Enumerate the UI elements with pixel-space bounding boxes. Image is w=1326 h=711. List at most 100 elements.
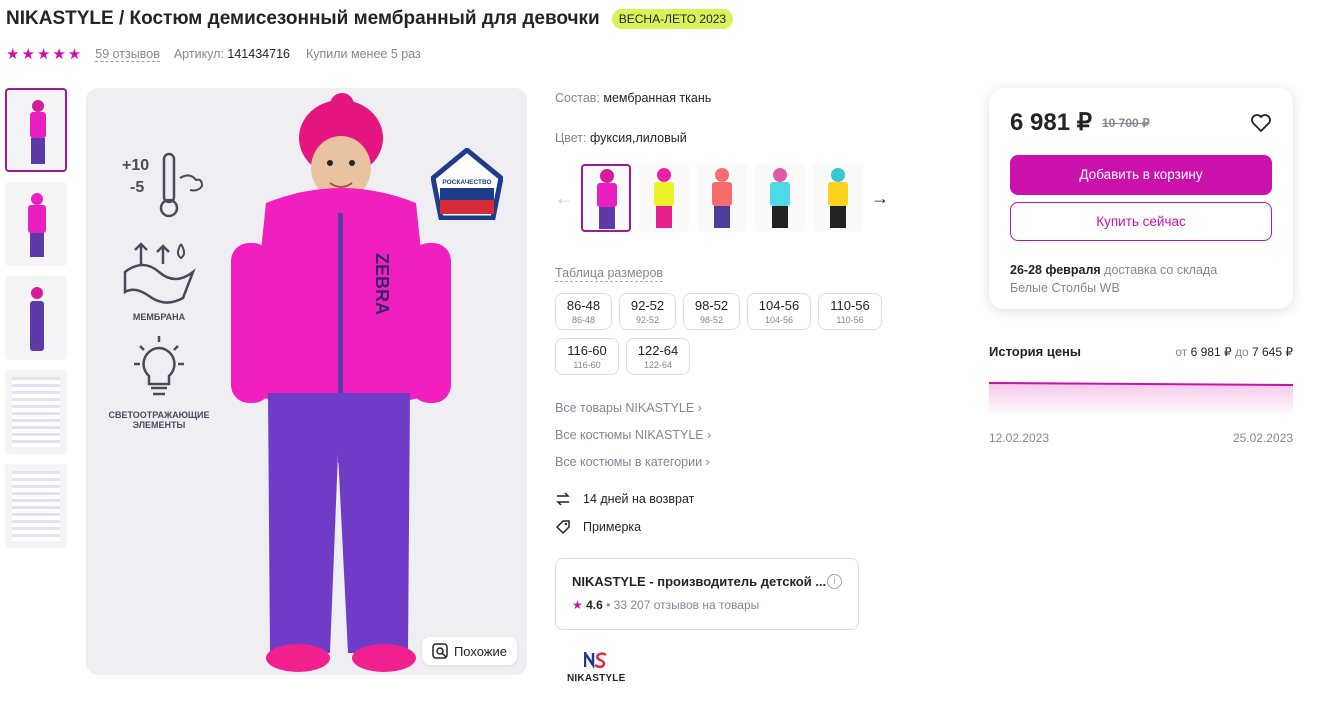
product-title: NIKASTYLE / Костюм демисезонный мембранн…	[6, 8, 600, 29]
variant-jacket	[770, 182, 790, 206]
history-date-end: 25.02.2023	[1232, 431, 1293, 445]
buy-now-button[interactable]: Купить сейчас	[1010, 202, 1272, 241]
promo-preview	[12, 471, 60, 541]
kid-back-icon	[28, 193, 46, 257]
feature-membrane-label: МЕМБРАНА	[132, 312, 186, 322]
variant-image	[712, 168, 732, 228]
variant-jacket	[654, 182, 674, 206]
warehouse: Белые Столбы WB	[1010, 281, 1120, 295]
fitting-service: Примерка	[555, 519, 694, 535]
size-option[interactable]: 92-52 92-52	[619, 293, 676, 330]
thumbnail-1[interactable]	[5, 88, 67, 172]
add-to-cart-button[interactable]: Добавить в корзину	[1010, 155, 1272, 195]
thumbnail-4[interactable]	[5, 370, 67, 454]
delivery-dates: 26-28 февраля	[1010, 263, 1101, 277]
size-main: 122-64	[637, 343, 679, 358]
price-history-chart[interactable]	[988, 381, 1294, 417]
carousel-next-button[interactable]: →	[871, 188, 889, 209]
size-sub: 122-64	[643, 360, 673, 370]
size-option[interactable]: 122-64 122-64	[626, 338, 690, 375]
all-brand-products-link[interactable]: Все товары NIKASTYLE ›	[555, 401, 711, 415]
size-main: 104-56	[758, 298, 800, 313]
size-list: 86-48 86-48 92-52 92-52 98-52 98-52 104-56 1…	[555, 293, 885, 375]
variant-pants	[656, 206, 672, 228]
heart-icon[interactable]	[1250, 113, 1272, 133]
variant-hat	[715, 168, 729, 182]
reviews-link[interactable]: 59 отзывов	[95, 47, 160, 62]
size-main: 98-52	[694, 298, 729, 313]
variant-image	[828, 168, 848, 228]
brand-name: NIKASTYLE	[567, 673, 626, 684]
brand-logo[interactable]: NIKASTYLE	[567, 648, 626, 684]
color-carousel: ← →	[555, 164, 889, 232]
article-value: 141434716	[227, 47, 290, 61]
main-photo[interactable]: +10 -5 МЕМБРАНА СВЕТООТРАЖАЮЩИЕ ЭЛЕМЕНТЫ…	[86, 88, 527, 675]
temp-top: +10	[122, 157, 149, 174]
old-price: 10 700 ₽	[1102, 115, 1150, 130]
price-range-from-label: от	[1175, 344, 1188, 359]
seller-rating: ★ 4.6 • 33 207 отзывов на товары	[572, 598, 760, 612]
variant-hat	[657, 168, 671, 182]
photo-thumbnails	[5, 88, 67, 548]
carousel-prev-button[interactable]: ←	[555, 188, 573, 209]
variant-jacket	[597, 183, 617, 207]
composition-label: Состав:	[555, 91, 600, 105]
price-history: История цены от 6 981 ₽ до 7 645 ₽ 12.02…	[988, 344, 1294, 445]
composition-row: Состав: мембранная ткань	[555, 91, 711, 105]
variant-image	[654, 168, 674, 228]
delivery-text: доставка со склада	[1104, 263, 1218, 277]
size-option[interactable]: 86-48 86-48	[555, 293, 612, 330]
variant-pants	[772, 206, 788, 228]
variant-jacket	[828, 182, 848, 206]
color-variant[interactable]	[581, 164, 631, 232]
color-variant[interactable]	[639, 164, 689, 232]
color-variant[interactable]	[697, 164, 747, 232]
size-main: 92-52	[630, 298, 665, 313]
size-option[interactable]: 98-52 98-52	[683, 293, 740, 330]
size-sub: 92-52	[635, 315, 660, 325]
seller-name-row: NIKASTYLE - производитель детской ... i	[572, 574, 842, 589]
similar-button[interactable]: Похожие	[421, 637, 517, 665]
temp-bottom: -5	[130, 179, 144, 196]
brand-links: Все товары NIKASTYLE › Все костюмы NIKAS…	[555, 401, 711, 469]
color-variant[interactable]	[813, 164, 863, 232]
thermometer-icon: +10 -5	[122, 152, 204, 218]
size-table-link[interactable]: Таблица размеров	[555, 266, 664, 282]
color-variant[interactable]	[755, 164, 805, 232]
seller-name: NIKASTYLE - производитель детской ...	[572, 574, 827, 589]
variant-image	[770, 168, 790, 228]
season-badge: ВЕСНА-ЛЕТО 2023	[611, 9, 734, 29]
title-row: NIKASTYLE / Костюм демисезонный мембранн…	[6, 8, 734, 30]
price-history-title: История цены	[989, 344, 1082, 359]
seller-card[interactable]: NIKASTYLE - производитель детской ... i …	[555, 558, 859, 630]
size-option[interactable]: 116-60 116-60	[555, 338, 619, 375]
buy-card: 6 981 ₽ 10 700 ₽ Добавить в корзину Купи…	[989, 88, 1293, 309]
services: 14 дней на возврат Примерка	[555, 491, 694, 535]
tag-icon	[555, 520, 570, 535]
jacket-print: ZEBRA	[372, 253, 392, 315]
color-row: Цвет: фуксия,лиловый	[555, 131, 687, 145]
thumbnail-3[interactable]	[5, 276, 67, 360]
thumbnail-2[interactable]	[5, 182, 67, 266]
thumbnail-5[interactable]	[5, 464, 67, 548]
category-suits-link[interactable]: Все костюмы в категории ›	[555, 455, 711, 469]
seller-reviews: 33 207 отзывов на товары	[613, 598, 760, 612]
return-arrows-icon	[556, 492, 570, 506]
star-icon: ★	[572, 598, 583, 612]
variant-hat	[831, 168, 845, 182]
size-option[interactable]: 104-56 104-56	[747, 293, 811, 330]
feature-membrane: МЕМБРАНА	[100, 236, 218, 322]
composition-value: мембранная ткань	[603, 91, 712, 105]
size-main: 116-60	[567, 343, 607, 358]
size-sub: 86-48	[571, 315, 596, 325]
variant-pants	[599, 207, 615, 229]
all-brand-suits-link[interactable]: Все костюмы NIKASTYLE ›	[555, 428, 711, 442]
price-range-to-label: до	[1234, 344, 1249, 359]
current-price: 6 981 ₽	[1010, 109, 1092, 136]
delivery-info: 26-28 февраля доставка со склада Белые С…	[1010, 261, 1272, 297]
size-option[interactable]: 110-56 110-56	[818, 293, 882, 330]
size-sub: 110-56	[836, 315, 864, 325]
info-icon[interactable]: i	[827, 574, 842, 589]
size-sub: 116-60	[573, 360, 601, 370]
size-main: 86-48	[566, 298, 601, 313]
